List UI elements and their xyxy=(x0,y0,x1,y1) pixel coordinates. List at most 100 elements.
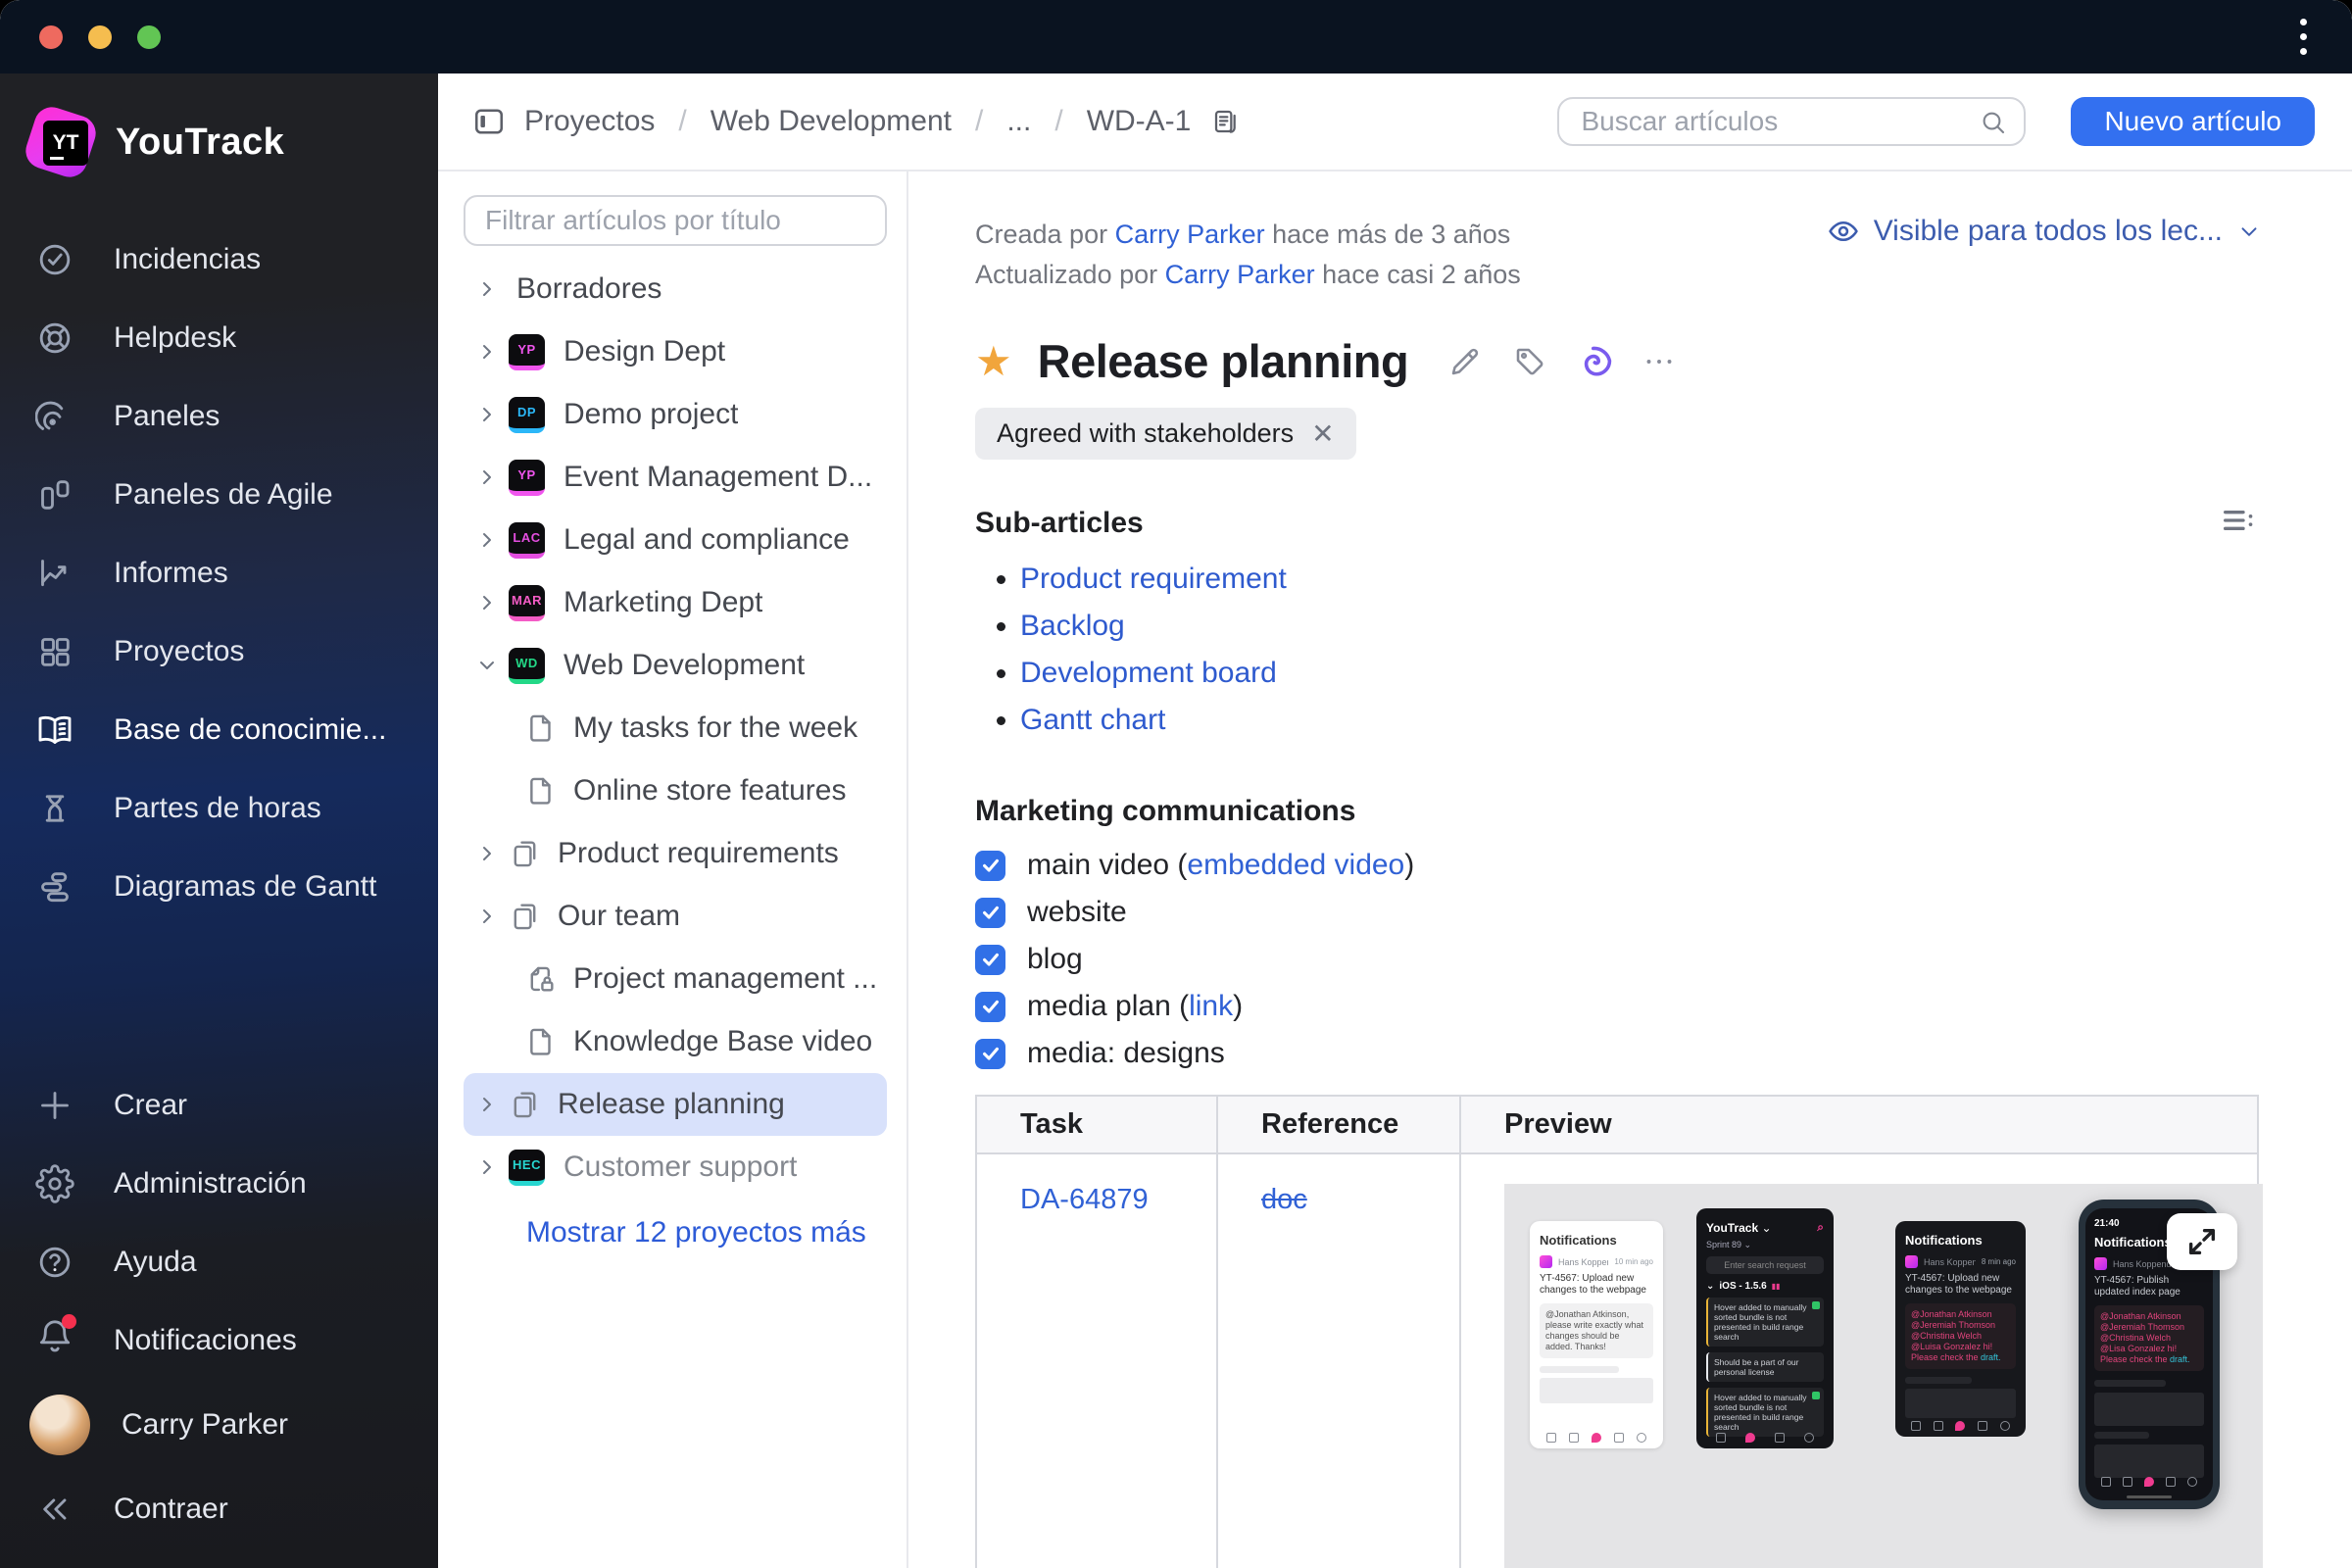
expand-image-button[interactable] xyxy=(2167,1213,2237,1270)
show-more-projects-link[interactable]: Mostrar 12 proyectos más xyxy=(526,1216,887,1250)
checkbox-checked[interactable] xyxy=(975,897,1005,928)
tree-item-product-requirements[interactable]: Product requirements xyxy=(464,822,887,885)
sidebar-item-administration[interactable]: Administración xyxy=(0,1145,438,1223)
maximize-window-button[interactable] xyxy=(137,24,161,49)
tree-item-legal-compliance[interactable]: LAC Legal and compliance xyxy=(464,509,887,571)
reference-cell: doc xyxy=(1216,1152,1461,1568)
chevron-right-icon[interactable] xyxy=(475,403,509,426)
sidebar-item-projects[interactable]: Proyectos xyxy=(0,612,438,691)
sub-article-link[interactable]: Product requirement xyxy=(1020,563,1287,595)
sidebar-item-help[interactable]: Ayuda xyxy=(0,1223,438,1301)
tree-item-knowledge-base-video[interactable]: Knowledge Base video xyxy=(464,1010,887,1073)
sidebar-item-timesheets[interactable]: Partes de horas xyxy=(0,769,438,848)
table-row: DA-64879 doc Notifications Hans Koppe 10… xyxy=(975,1152,2263,1568)
article-title: Release planning xyxy=(1037,335,1409,387)
media-plan-link[interactable]: link xyxy=(1189,990,1233,1022)
favorite-star-icon[interactable]: ★ xyxy=(975,340,1012,382)
tree-item-design-dept[interactable]: YP Design Dept xyxy=(464,320,887,383)
sub-article-link[interactable]: Development board xyxy=(1020,657,1277,689)
breadcrumb-article-id[interactable]: WD-A-1 xyxy=(1087,105,1192,138)
help-circle-icon xyxy=(39,1247,71,1278)
sidebar-item-knowledge-base[interactable]: Base de conocimie... xyxy=(0,691,438,769)
sidebar-item-dashboards[interactable]: Paneles xyxy=(0,377,438,456)
list-item: Gantt chart xyxy=(1020,697,2352,744)
chevron-right-icon[interactable] xyxy=(475,905,509,928)
dashboards-icon xyxy=(35,401,64,430)
tree-item-event-management[interactable]: YP Event Management D... xyxy=(464,446,887,509)
window-titlebar xyxy=(0,0,2352,74)
pages-icon xyxy=(509,837,542,870)
article-tag[interactable]: Agreed with stakeholders ✕ xyxy=(975,408,1356,460)
chevron-down-icon[interactable] xyxy=(475,654,509,677)
breadcrumb-projects[interactable]: Proyectos xyxy=(524,105,655,138)
article-meta: Creada por Carry Parker hace más de 3 añ… xyxy=(975,215,1521,295)
table-of-contents-button[interactable] xyxy=(2219,501,2258,545)
new-article-button[interactable]: Nuevo artículo xyxy=(2071,97,2315,146)
chevron-right-icon[interactable] xyxy=(475,1093,509,1116)
task-link[interactable]: DA-64879 xyxy=(1020,1184,1149,1215)
tree-item-online-store[interactable]: Online store features xyxy=(464,760,887,822)
minimize-window-button[interactable] xyxy=(88,24,112,49)
tree-item-project-management[interactable]: Project management ... xyxy=(464,948,887,1010)
tree-item-drafts[interactable]: Borradores xyxy=(464,258,887,320)
doc-link[interactable]: doc xyxy=(1261,1184,1307,1215)
tree-item-my-tasks[interactable]: My tasks for the week xyxy=(464,697,887,760)
tree-item-demo-project[interactable]: DP Demo project xyxy=(464,383,887,446)
edit-article-button[interactable] xyxy=(1447,344,1483,379)
close-window-button[interactable] xyxy=(39,24,63,49)
toggle-sidebar-icon[interactable] xyxy=(471,104,507,139)
tree-item-web-development[interactable]: WD Web Development xyxy=(464,634,887,697)
embedded-video-link[interactable]: embedded video xyxy=(1187,849,1404,881)
tree-item-release-planning[interactable]: Release planning xyxy=(464,1073,887,1136)
app-sidebar: YT YouTrack Incidencias Helpdesk Paneles… xyxy=(0,74,438,1568)
breadcrumb-ellipsis[interactable]: ... xyxy=(1006,105,1031,138)
add-tag-button[interactable] xyxy=(1512,344,1547,379)
table-header-reference: Reference xyxy=(1216,1095,1461,1154)
chevron-right-icon[interactable] xyxy=(475,340,509,364)
sub-article-link[interactable]: Gantt chart xyxy=(1020,704,1165,736)
marketing-heading: Marketing communications xyxy=(975,795,1356,827)
sidebar-item-notifications[interactable]: Notificaciones xyxy=(0,1301,438,1380)
checkbox-checked[interactable] xyxy=(975,944,1005,975)
plus-icon xyxy=(41,1092,69,1119)
user-profile[interactable]: Carry Parker xyxy=(0,1380,438,1470)
checkbox-checked[interactable] xyxy=(975,1038,1005,1069)
chevron-right-icon[interactable] xyxy=(475,277,509,301)
chevron-right-icon[interactable] xyxy=(475,1155,509,1179)
agile-board-icon xyxy=(41,480,70,510)
grid-icon xyxy=(41,638,70,666)
created-author-link[interactable]: Carry Parker xyxy=(1115,220,1265,249)
gantt-icon xyxy=(41,872,69,903)
updated-author-link[interactable]: Carry Parker xyxy=(1165,260,1315,289)
remove-tag-icon[interactable]: ✕ xyxy=(1311,417,1334,450)
tree-item-marketing-dept[interactable]: MAR Marketing Dept xyxy=(464,571,887,634)
ai-assistant-button[interactable] xyxy=(1577,344,1612,379)
more-actions-button[interactable] xyxy=(1642,344,1677,379)
sidebar-collapse-button[interactable]: Contraer xyxy=(0,1470,438,1548)
filter-articles-input[interactable] xyxy=(464,195,887,246)
tree-item-customer-support[interactable]: HEC Customer support xyxy=(464,1136,887,1199)
sidebar-item-issues[interactable]: Incidencias xyxy=(0,220,438,299)
project-avatar: WD xyxy=(509,647,545,684)
chevron-right-icon[interactable] xyxy=(475,842,509,865)
preview-image[interactable]: Notifications Hans Koppendorf 10 min ago… xyxy=(1504,1184,2263,1568)
chevron-right-icon[interactable] xyxy=(475,591,509,614)
sidebar-item-reports[interactable]: Informes xyxy=(0,534,438,612)
chevron-right-icon[interactable] xyxy=(475,466,509,489)
tree-item-our-team[interactable]: Our team xyxy=(464,885,887,948)
youtrack-logo[interactable]: YT YouTrack xyxy=(0,97,438,220)
checkbox-checked[interactable] xyxy=(975,991,1005,1022)
checkbox-checked[interactable] xyxy=(975,850,1005,881)
sidebar-item-helpdesk[interactable]: Helpdesk xyxy=(0,299,438,377)
search-icon: ⌕ xyxy=(1817,1220,1824,1234)
window-menu-kebab-icon[interactable] xyxy=(2294,13,2313,61)
breadcrumb-web-development[interactable]: Web Development xyxy=(710,105,952,138)
chevron-right-icon[interactable] xyxy=(475,528,509,552)
visibility-selector[interactable]: Visible para todos los lec... xyxy=(1827,215,2262,248)
sub-article-link[interactable]: Backlog xyxy=(1020,610,1125,642)
sidebar-item-create[interactable]: Crear xyxy=(0,1066,438,1145)
sidebar-item-gantt-charts[interactable]: Diagramas de Gantt xyxy=(0,848,438,926)
copy-article-icon[interactable] xyxy=(1208,106,1240,137)
sidebar-item-agile-boards[interactable]: Paneles de Agile xyxy=(0,456,438,534)
search-articles-input[interactable] xyxy=(1557,97,2027,146)
